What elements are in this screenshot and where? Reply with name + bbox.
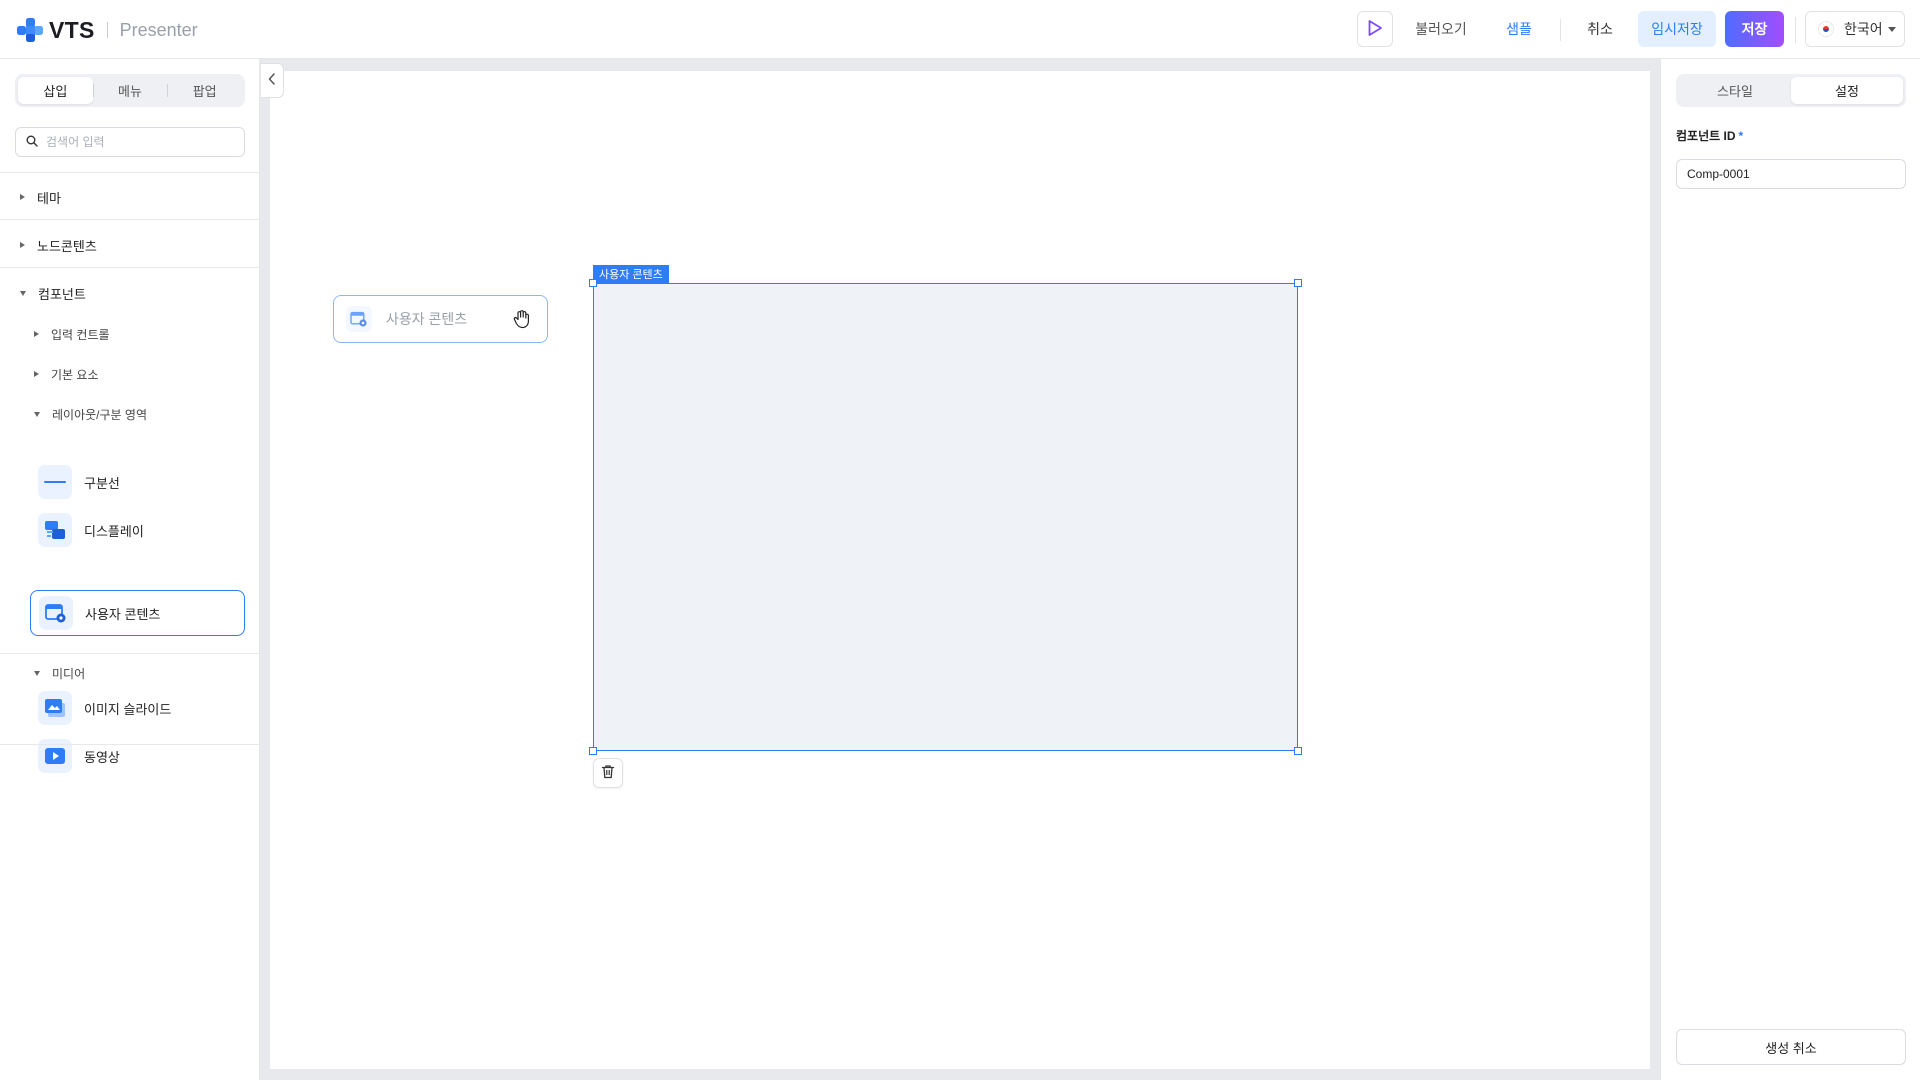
selected-user-content-component[interactable] bbox=[593, 283, 1298, 751]
properties-panel: 스타일 설정 컴포넌트 ID* 생성 취소 bbox=[1660, 59, 1920, 1080]
component-label: 구분선 bbox=[84, 475, 120, 491]
component-id-label-text: 컴포넌트 ID bbox=[1676, 129, 1736, 143]
collapse-sidebar-button[interactable] bbox=[261, 63, 284, 98]
image-slide-icon bbox=[38, 691, 72, 725]
component-user-content[interactable]: 사용자 콘텐츠 bbox=[30, 590, 245, 636]
resize-handle-bottom-right[interactable] bbox=[1294, 747, 1302, 755]
divider bbox=[0, 744, 259, 745]
chevron-right-icon bbox=[20, 242, 25, 248]
chevron-right-icon bbox=[20, 194, 25, 200]
component-label: 동영상 bbox=[84, 749, 120, 765]
chevron-left-icon bbox=[268, 73, 276, 88]
play-icon bbox=[1367, 19, 1383, 40]
chevron-down-icon bbox=[34, 411, 40, 417]
chevron-down-icon bbox=[1888, 27, 1896, 32]
logo-divider bbox=[106, 22, 108, 38]
sample-button[interactable]: 샘플 bbox=[1486, 11, 1552, 47]
divider bbox=[0, 172, 259, 173]
trash-icon bbox=[601, 764, 615, 782]
delete-component-button[interactable] bbox=[593, 758, 623, 788]
app-logo: VTS Presenter bbox=[15, 17, 198, 43]
chevron-down-icon bbox=[34, 670, 40, 676]
user-content-icon bbox=[346, 306, 372, 332]
cancel-button[interactable]: 취소 bbox=[1570, 11, 1630, 47]
logo-text: VTS bbox=[49, 16, 95, 43]
sidebar-tabs: 삽입 메뉴 팝업 bbox=[15, 74, 245, 107]
component-sidebar: 삽입 메뉴 팝업 테마 노드콘텐츠 컴포넌트 입력 컨트롤 기본 요소 레이아웃… bbox=[0, 59, 260, 1080]
group-component[interactable]: 컴포넌트 bbox=[20, 284, 86, 302]
vts-logo-icon bbox=[15, 17, 45, 43]
korea-flag-icon bbox=[1818, 21, 1834, 37]
selection-label: 사용자 콘텐츠 bbox=[593, 265, 669, 283]
subgroup-label: 레이아웃/구분 영역 bbox=[52, 407, 147, 422]
component-id-label: 컴포넌트 ID * bbox=[1676, 127, 1743, 144]
subgroup-label: 미디어 bbox=[52, 666, 86, 681]
subgroup-label: 기본 요소 bbox=[51, 367, 99, 382]
tab-style[interactable]: 스타일 bbox=[1679, 77, 1791, 104]
chevron-right-icon bbox=[34, 331, 39, 337]
chevron-down-icon bbox=[20, 290, 26, 296]
component-search[interactable] bbox=[15, 127, 245, 157]
group-node-contents[interactable]: 노드콘텐츠 bbox=[20, 236, 97, 254]
group-label: 테마 bbox=[37, 190, 61, 206]
app-header: VTS Presenter 불러오기 샘플 취소 임시저장 저장 한국어 bbox=[0, 0, 1920, 59]
language-select[interactable]: 한국어 bbox=[1805, 11, 1905, 47]
tab-menu[interactable]: 메뉴 bbox=[92, 77, 168, 104]
group-label: 노드콘텐츠 bbox=[37, 238, 97, 254]
group-theme[interactable]: 테마 bbox=[20, 188, 61, 206]
component-label: 디스플레이 bbox=[84, 523, 144, 539]
drag-preview-user-content: 사용자 콘텐츠 bbox=[333, 295, 548, 343]
component-label: 이미지 슬라이드 bbox=[84, 701, 172, 717]
grab-hand-icon bbox=[513, 309, 531, 332]
component-divider[interactable]: 구분선 bbox=[30, 459, 245, 505]
cancel-create-button[interactable]: 생성 취소 bbox=[1676, 1029, 1906, 1065]
resize-handle-bottom-left[interactable] bbox=[589, 747, 597, 755]
divider bbox=[0, 219, 259, 220]
save-button[interactable]: 저장 bbox=[1725, 11, 1784, 47]
language-label: 한국어 bbox=[1844, 21, 1883, 37]
subgroup-input-controls[interactable]: 입력 컨트롤 bbox=[34, 326, 110, 342]
subgroup-label: 입력 컨트롤 bbox=[51, 327, 110, 342]
logo-subtitle: Presenter bbox=[119, 19, 198, 40]
resize-handle-top-right[interactable] bbox=[1294, 279, 1302, 287]
component-video[interactable]: 동영상 bbox=[30, 733, 245, 779]
divider bbox=[0, 267, 259, 268]
component-id-input[interactable] bbox=[1676, 159, 1906, 189]
tab-popup[interactable]: 팝업 bbox=[167, 77, 242, 104]
subgroup-layout[interactable]: 레이아웃/구분 영역 bbox=[34, 406, 147, 422]
chevron-right-icon bbox=[34, 371, 39, 377]
properties-tabs: 스타일 설정 bbox=[1676, 74, 1906, 107]
subgroup-basic-elements[interactable]: 기본 요소 bbox=[34, 366, 99, 382]
component-image-slide[interactable]: 이미지 슬라이드 bbox=[30, 685, 245, 731]
temp-save-button[interactable]: 임시저장 bbox=[1638, 11, 1716, 47]
header-divider bbox=[1560, 19, 1561, 41]
component-label: 사용자 콘텐츠 bbox=[85, 606, 161, 622]
drag-preview-label: 사용자 콘텐츠 bbox=[386, 311, 468, 327]
resize-handle-top-left[interactable] bbox=[589, 279, 597, 287]
preview-play-button[interactable] bbox=[1357, 11, 1393, 47]
user-content-icon bbox=[39, 596, 73, 630]
required-mark: * bbox=[1738, 129, 1744, 143]
divider bbox=[0, 653, 259, 654]
subgroup-media[interactable]: 미디어 bbox=[34, 665, 85, 681]
group-label: 컴포넌트 bbox=[38, 286, 86, 302]
search-icon bbox=[26, 135, 38, 150]
load-button[interactable]: 불러오기 bbox=[1408, 11, 1474, 47]
display-icon bbox=[38, 513, 72, 547]
tab-insert[interactable]: 삽입 bbox=[18, 77, 93, 104]
component-display[interactable]: 디스플레이 bbox=[30, 507, 245, 553]
search-input[interactable] bbox=[46, 135, 226, 149]
divider-icon bbox=[38, 465, 72, 499]
header-divider bbox=[1795, 17, 1796, 43]
tab-settings[interactable]: 설정 bbox=[1791, 77, 1903, 104]
